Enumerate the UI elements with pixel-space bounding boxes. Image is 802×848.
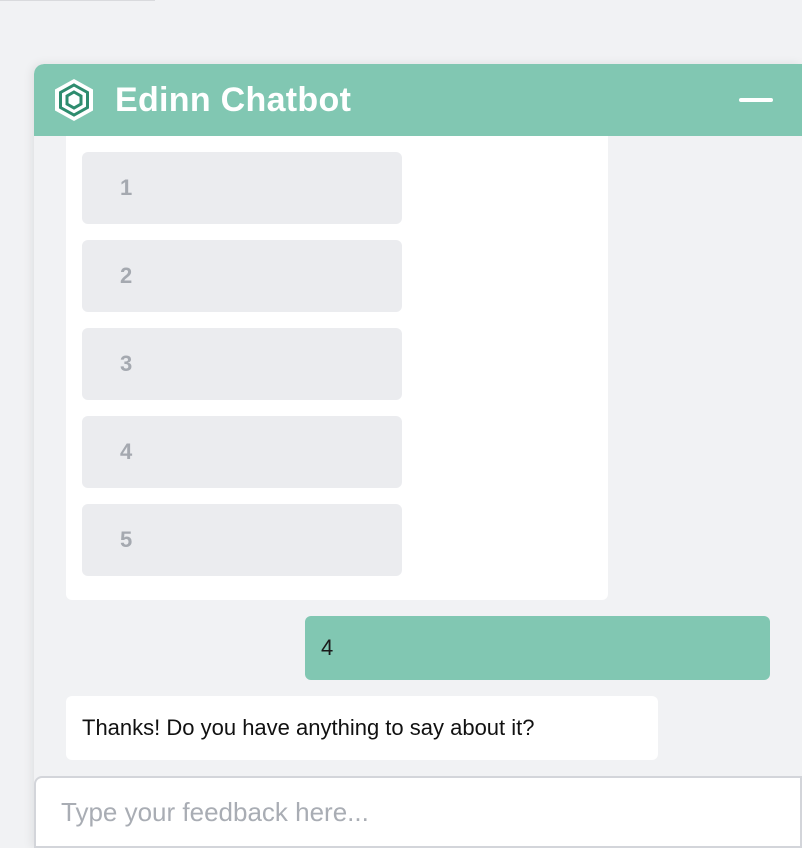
hexagon-logo-icon [55,79,93,121]
rating-option-label: 4 [120,439,133,464]
rating-option-2[interactable]: 2 [82,240,402,312]
bot-message-text: Thanks! Do you have anything to say abou… [82,715,535,740]
chat-header: Edinn Chatbot [34,64,802,136]
top-divider [0,0,155,1]
feedback-input[interactable] [34,776,802,848]
rating-option-4[interactable]: 4 [82,416,402,488]
user-message-bubble: 4 [305,616,770,680]
rating-option-label: 5 [120,527,133,552]
rating-option-5[interactable]: 5 [82,504,402,576]
minimize-icon [739,98,773,102]
user-message-text: 4 [321,635,334,660]
rating-option-3[interactable]: 3 [82,328,402,400]
chat-title: Edinn Chatbot [115,81,352,119]
rating-options-card: 1 2 3 4 5 [66,136,608,600]
message-list: 1 2 3 4 5 4 Thanks! Do you have anything… [34,136,802,776]
bot-message-bubble: Thanks! Do you have anything to say abou… [66,696,658,760]
rating-option-label: 2 [120,263,133,288]
rating-option-label: 3 [120,351,133,376]
rating-option-1[interactable]: 1 [82,152,402,224]
chat-window: Edinn Chatbot 1 2 3 4 5 4 Thanks! Do you… [34,64,802,848]
minimize-button[interactable] [732,84,780,116]
rating-option-label: 1 [120,175,133,200]
